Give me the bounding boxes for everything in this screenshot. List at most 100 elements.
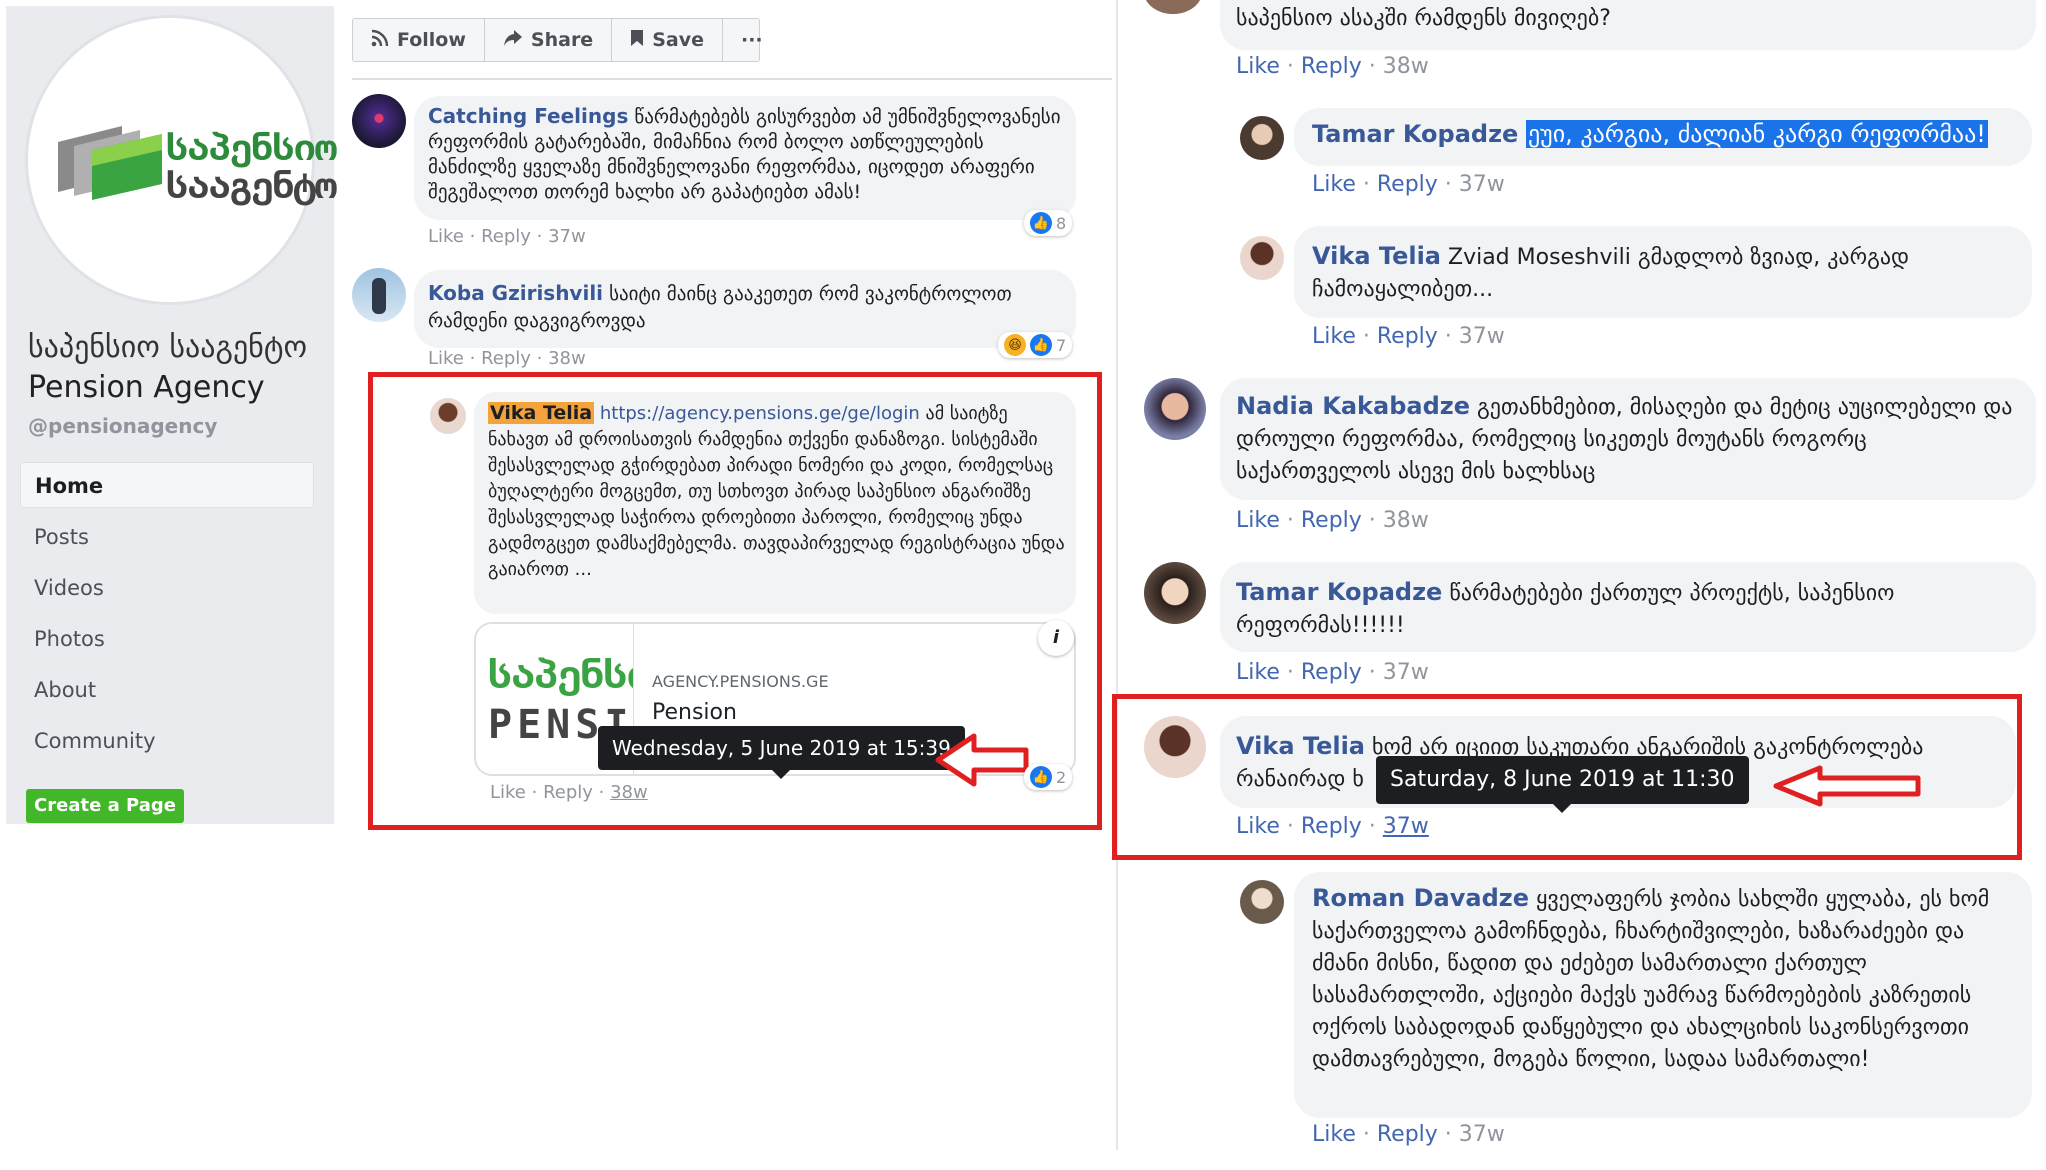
timestamp-tooltip: Wednesday, 5 June 2019 at 15:39 (598, 726, 965, 779)
save-button[interactable]: Save (612, 19, 723, 61)
comment-actions: Like · Reply · 38w (1236, 508, 1429, 533)
preview-logo-text: საპენსი (488, 652, 634, 698)
comment-text-line-2: რანაირად ხ (1236, 767, 1364, 792)
comment-actions: Like · Reply · 38w (428, 348, 586, 369)
follow-label: Follow (397, 29, 466, 51)
avatar[interactable] (1144, 716, 1206, 778)
reaction-count[interactable]: 👍 8 (1024, 210, 1073, 236)
follow-button[interactable]: Follow (353, 19, 485, 61)
reply-link[interactable]: Reply (543, 782, 593, 803)
timestamp-tooltip: Saturday, 8 June 2019 at 11:30 (1376, 756, 1749, 813)
comment-body: Tamar Kopadze ეუი, კარგია, ძალიან კარგი … (1312, 120, 1988, 148)
more-options-button[interactable]: ··· (723, 19, 781, 61)
comment-body: Nadia Kakabadze გეთანხმებით, მისაღები და… (1236, 390, 2016, 488)
red-arrow-left-icon (1773, 765, 1921, 807)
comment-author[interactable]: Catching Feelings (428, 104, 628, 128)
timestamp[interactable]: 37w (1383, 814, 1429, 839)
info-icon[interactable]: i (1038, 620, 1074, 656)
divider (352, 78, 1112, 80)
nav-item-photos[interactable]: Photos (20, 616, 314, 662)
timestamp[interactable]: 37w (1383, 660, 1429, 685)
reply-link[interactable]: Reply (481, 226, 531, 247)
pension-logo-icon (58, 126, 162, 200)
like-link[interactable]: Like (1236, 814, 1280, 839)
reaction-count[interactable]: 👍 2 (1024, 764, 1073, 790)
avatar[interactable] (1240, 236, 1284, 280)
like-link[interactable]: Like (1312, 172, 1356, 197)
timestamp[interactable]: 37w (1459, 172, 1505, 197)
share-button[interactable]: Share (485, 19, 613, 61)
comment-author[interactable]: Koba Gzirishvili (428, 281, 603, 305)
timestamp[interactable]: 37w (1459, 1122, 1505, 1147)
nav-item-videos[interactable]: Videos (20, 565, 314, 611)
reply-link[interactable]: Reply (1377, 172, 1438, 197)
like-link[interactable]: Like (1236, 660, 1280, 685)
haha-reaction-icon: 😆 (1004, 334, 1026, 356)
comment-author[interactable]: Tamar Kopadze (1236, 578, 1442, 606)
create-page-button[interactable]: Create a Page (26, 789, 184, 823)
preview-domain: AGENCY.PENSIONS.GE (652, 672, 829, 691)
reply-link[interactable]: Reply (1377, 1122, 1438, 1147)
avatar[interactable] (1144, 0, 1202, 14)
avatar[interactable] (1240, 880, 1284, 924)
comment-author[interactable]: Nadia Kakabadze (1236, 392, 1470, 420)
reaction-number: 2 (1056, 767, 1067, 787)
avatar-figure (372, 278, 386, 314)
timestamp[interactable]: 38w (548, 348, 586, 369)
like-link[interactable]: Like (1236, 54, 1280, 79)
page-handle[interactable]: @pensionagency (28, 414, 217, 438)
rss-icon (371, 29, 389, 52)
like-link[interactable]: Like (1312, 324, 1356, 349)
page-name-english[interactable]: Pension Agency (28, 370, 265, 405)
comment-text-selected: ეუი, კარგია, ძალიან კარგი რეფორმაა! (1525, 120, 1988, 148)
like-link[interactable]: Like (428, 348, 464, 369)
share-arrow-icon (503, 29, 523, 52)
reply-link[interactable]: Reply (1301, 54, 1362, 79)
comment-body: Roman Davadze ყველაფერს ჯობია სახლში ყულ… (1312, 882, 2012, 1076)
comment-author[interactable]: Tamar Kopadze (1312, 120, 1518, 148)
like-reaction-icon: 👍 (1030, 766, 1052, 788)
nav-item-community[interactable]: Community (20, 718, 314, 764)
like-reaction-icon: 👍 (1030, 334, 1052, 356)
comment-body: Vika Telia Zviad Moseshvili გმადლობ ზვია… (1312, 240, 2012, 306)
nav-item-posts[interactable]: Posts (20, 514, 314, 560)
nav-item-home[interactable]: Home (20, 462, 314, 508)
comment-body: Tamar Kopadze წარმატებები ქართულ პროექტს… (1236, 576, 2016, 642)
reply-link[interactable]: Reply (1377, 324, 1438, 349)
comment-author[interactable]: Vika Telia (1312, 242, 1441, 270)
comment-text: ამ საიტზე ნახავთ ამ დროისათვის რამდენია … (488, 403, 1065, 580)
comment-body: Vika Telia https://agency.pensions.ge/ge… (488, 400, 1068, 583)
comment-actions: Like · Reply · 37w (1312, 172, 1505, 197)
timestamp[interactable]: 38w (1383, 54, 1429, 79)
timestamp[interactable]: 37w (548, 226, 586, 247)
like-link[interactable]: Like (490, 782, 526, 803)
red-arrow-left-icon (935, 733, 1029, 787)
avatar[interactable] (352, 94, 406, 148)
preview-title: Pension (652, 700, 737, 725)
reply-link[interactable]: Reply (1301, 508, 1362, 533)
reply-link[interactable]: Reply (1301, 660, 1362, 685)
page-name-georgian[interactable]: საპენსიო სააგენტო (28, 330, 307, 365)
reply-link[interactable]: Reply (481, 348, 531, 369)
comment-actions: Like · Reply · 37w (1312, 324, 1505, 349)
comment-link[interactable]: https://agency.pensions.ge/ge/login (600, 403, 920, 424)
reply-link[interactable]: Reply (1301, 814, 1362, 839)
nav-item-about[interactable]: About (20, 667, 314, 713)
comment-text: საპენსიო ასაკში რამდენს მივიღებ? (1236, 6, 1611, 31)
timestamp[interactable]: 38w (1383, 508, 1429, 533)
like-link[interactable]: Like (1312, 1122, 1356, 1147)
comment-actions: Like · Reply · 37w (1236, 660, 1429, 685)
timestamp[interactable]: 37w (1459, 324, 1505, 349)
comment-author[interactable]: Vika Telia (1236, 732, 1365, 760)
page-action-toolbar: Follow Share Save ··· (352, 18, 763, 62)
avatar[interactable] (1144, 562, 1206, 624)
like-link[interactable]: Like (1236, 508, 1280, 533)
reaction-count[interactable]: 😆 👍 7 (998, 332, 1073, 358)
avatar[interactable] (1144, 378, 1206, 440)
comment-author[interactable]: Roman Davadze (1312, 884, 1529, 912)
timestamp[interactable]: 38w (610, 782, 648, 803)
avatar[interactable] (1240, 116, 1284, 160)
avatar[interactable] (430, 398, 466, 434)
comment-author-mention[interactable]: Vika Telia (488, 402, 595, 424)
like-link[interactable]: Like (428, 226, 464, 247)
